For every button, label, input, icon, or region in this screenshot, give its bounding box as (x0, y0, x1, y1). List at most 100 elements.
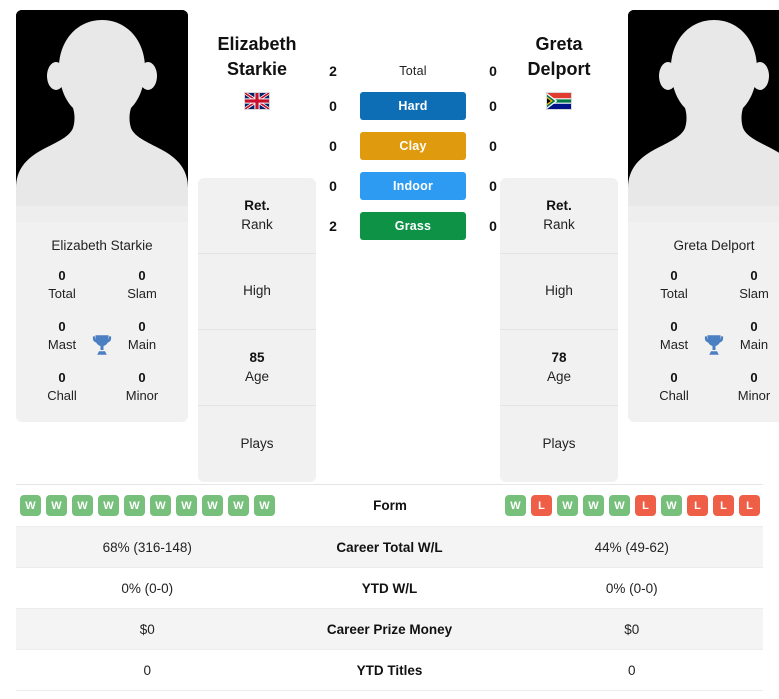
right-info-plays: Plays (500, 406, 618, 482)
left-info-rank: Ret. Rank (198, 178, 316, 254)
right-titles-minor-value: 0 (750, 370, 758, 386)
left-titles-total: 0 Total (22, 267, 102, 302)
right-info-rank: Ret. Rank (500, 178, 618, 254)
right-titles-minor-label: Minor (737, 387, 771, 403)
right-titles-chall-label: Chall (659, 387, 689, 403)
left-surface-hard-value: 0 (329, 98, 337, 114)
stats-row-form: WWWWWWWWWW Form WLWWWLWLLL (16, 485, 763, 527)
right-info-column: Greta Delport Ret. Rank High 78 Age Play… (500, 0, 618, 482)
stats-label-career-total-wl: Career Total W/L (336, 539, 443, 555)
stats-row-ytd-titles: 0 YTD Titles 0 (16, 650, 763, 691)
surface-label-indoor[interactable]: Indoor (360, 172, 466, 200)
right-player-column: Greta Delport 0 Total 0 Slam 0 Mast 0 Ma… (628, 0, 779, 423)
left-titles-minor-value: 0 (138, 370, 146, 386)
stats-label-ytd-titles: YTD Titles (356, 662, 423, 678)
left-player-heading: Elizabeth Starkie (198, 10, 316, 170)
left-player-avatar (16, 10, 188, 222)
left-player-first-name: Elizabeth (217, 34, 297, 54)
form-badge: W (20, 495, 41, 516)
stats-row-career-prize-money: $0 Career Prize Money $0 (16, 609, 763, 650)
left-info-age-label: Age (244, 368, 270, 384)
left-titles-grid: 0 Total 0 Slam 0 Mast 0 Main 0 Chall 0 M… (16, 267, 188, 422)
stats-label-career-prize-money: Career Prize Money (326, 621, 453, 637)
form-badge: W (176, 495, 197, 516)
avatar-silhouette-icon (16, 10, 188, 222)
right-titles-total: 0 Total (634, 267, 714, 302)
right-player-first-name: Greta (535, 34, 583, 54)
trophy-icon (92, 334, 112, 355)
left-titles-chall: 0 Chall (22, 369, 102, 404)
left-career-prize-money: $0 (139, 621, 155, 637)
form-badge: W (124, 495, 145, 516)
right-titles-minor: 0 Minor (714, 369, 779, 404)
stats-label-ytd-wl: YTD W/L (361, 580, 418, 596)
form-badge: W (98, 495, 119, 516)
right-form-badges: WLWWWLWLLL (501, 485, 764, 526)
gb-flag-icon (244, 91, 270, 110)
left-info-high: High (198, 254, 316, 330)
left-surface-grass-value: 2 (329, 218, 337, 234)
form-badge: L (739, 495, 760, 516)
za-flag-icon (546, 91, 572, 110)
left-titles-total-value: 0 (58, 268, 66, 283)
stats-row-ytd-wl: 0% (0-0) YTD W/L 0% (0-0) (16, 568, 763, 609)
surface-label-total: Total (399, 64, 427, 78)
right-titles-total-label: Total (660, 285, 688, 301)
right-info-age: 78 Age (500, 330, 618, 406)
left-titles-total-label: Total (48, 285, 76, 301)
form-badge: W (202, 495, 223, 516)
left-avatar-name: Elizabeth Starkie (51, 238, 153, 253)
left-titles-minor-label: Minor (125, 387, 159, 403)
right-info-age-value: 78 (551, 349, 567, 365)
surface-label-grass[interactable]: Grass (360, 212, 466, 240)
right-titles-chall-value: 0 (670, 370, 678, 386)
left-info-plays: Plays (198, 406, 316, 482)
right-player-last-name: Delport (527, 58, 591, 79)
left-player-last-name: Starkie (226, 58, 288, 79)
surface-row-indoor: 0 Indoor 0 (316, 172, 500, 200)
right-info-age-label: Age (546, 368, 572, 384)
form-badge: W (661, 495, 682, 516)
right-info-rank-value: Ret. (546, 197, 572, 213)
surface-label-clay[interactable]: Clay (360, 132, 466, 160)
form-badge: W (557, 495, 578, 516)
right-career-total-wl: 44% (49-62) (594, 539, 669, 555)
player-comparison-page: Elizabeth Starkie 0 Total 0 Slam 0 Mast (0, 0, 779, 699)
trophy-icon (704, 334, 724, 355)
right-titles-slam-value: 0 (750, 268, 758, 283)
right-titles-grid: 0 Total 0 Slam 0 Mast 0 Main 0 Chall 0 M… (628, 267, 779, 422)
right-player-avatar (628, 10, 779, 222)
left-titles-slam-label: Slam (127, 285, 157, 301)
left-info-age-value: 85 (249, 349, 265, 365)
left-info-high-label: High (243, 283, 271, 299)
left-info-rank-value: Ret. (244, 197, 270, 213)
left-ytd-titles: 0 (143, 662, 151, 678)
stats-comparison-table: WWWWWWWWWW Form WLWWWLWLLL 68% (316-148)… (16, 484, 763, 691)
left-info-rank-label: Rank (241, 216, 273, 232)
stats-label-form: Form (373, 498, 407, 513)
surface-label-hard[interactable]: Hard (360, 92, 466, 120)
right-info-plays-label: Plays (542, 435, 576, 451)
left-surface-total-value: 2 (329, 63, 337, 79)
left-surface-clay-value: 0 (329, 138, 337, 154)
left-form-badges: WWWWWWWWWW (16, 485, 279, 526)
left-titles-slam: 0 Slam (102, 267, 182, 302)
form-badge: W (583, 495, 604, 516)
surface-row-clay: 0 Clay 0 (316, 132, 500, 160)
left-titles-chall-value: 0 (58, 370, 66, 386)
surface-comparison-column: 2 Total 0 0 Hard 0 0 Clay 0 0 Indoor 0 2 (316, 0, 500, 240)
left-surface-indoor-value: 0 (329, 178, 337, 194)
right-ytd-titles: 0 (627, 662, 636, 678)
right-avatar-name: Greta Delport (673, 238, 755, 253)
left-info-age: 85 Age (198, 330, 316, 406)
right-titles-slam-label: Slam (739, 285, 769, 301)
right-info-card: Ret. Rank High 78 Age Plays (500, 178, 618, 482)
form-badge: W (72, 495, 93, 516)
surface-row-grass: 2 Grass 0 (316, 212, 500, 240)
left-form-list: WWWWWWWWWW (20, 495, 275, 516)
form-badge: L (687, 495, 708, 516)
avatar-silhouette-icon (628, 10, 779, 222)
form-badge: L (531, 495, 552, 516)
left-ytd-wl: 0% (0-0) (121, 580, 174, 596)
form-badge: W (254, 495, 275, 516)
